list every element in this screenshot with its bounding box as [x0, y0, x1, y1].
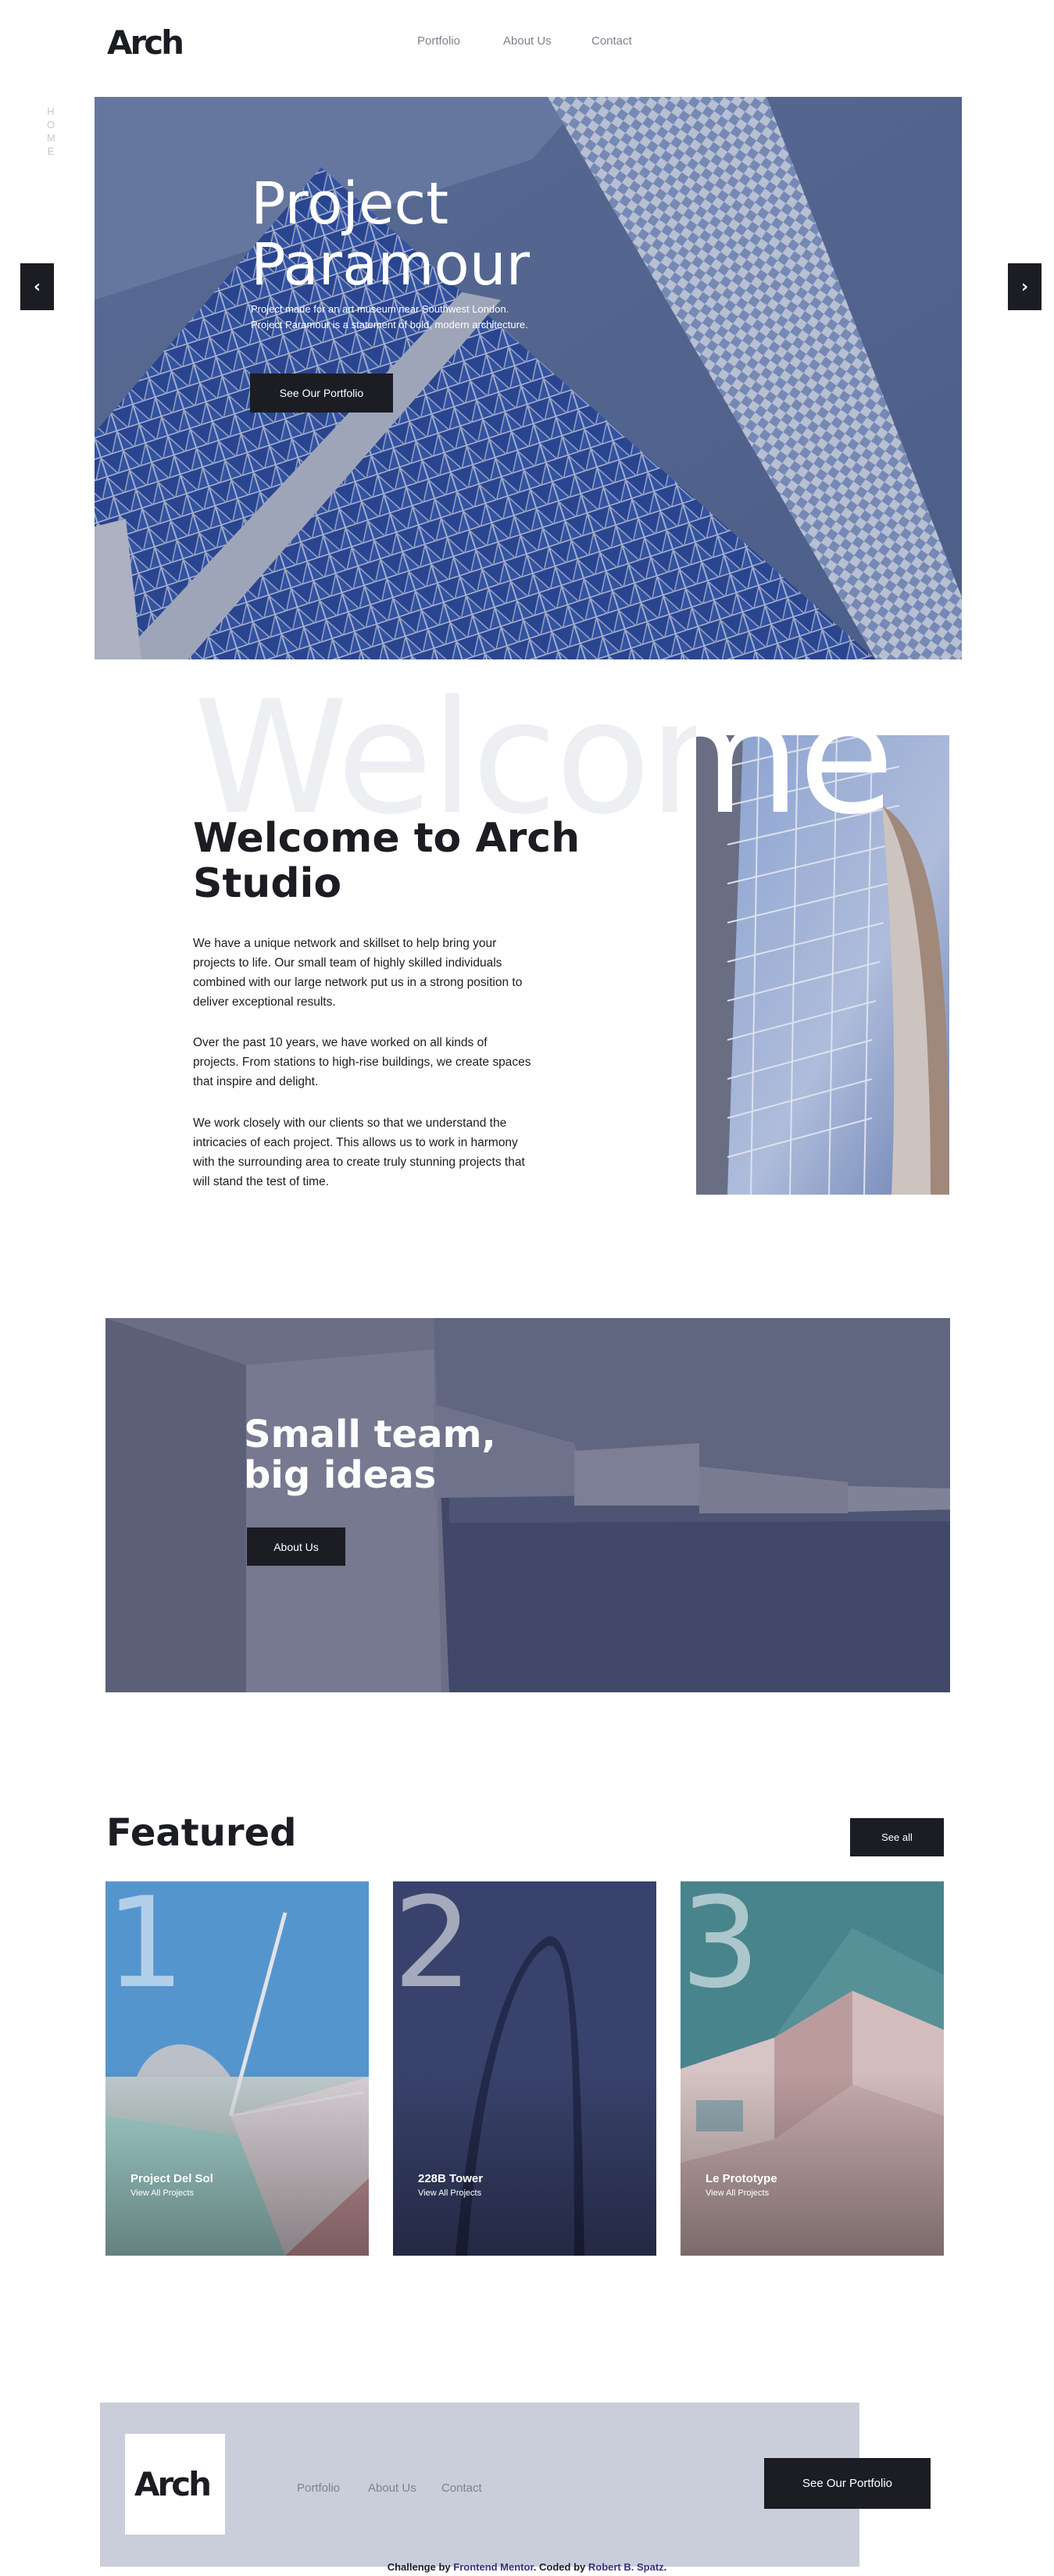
welcome-paragraph-1: We have a unique network and skillset to…: [193, 934, 576, 1012]
next-slide-button[interactable]: ›: [1008, 263, 1041, 310]
welcome-paragraph-2-line: projects. From stations to high-rise bui…: [193, 1056, 531, 1069]
see-all-button[interactable]: See all: [850, 1818, 944, 1856]
hero-title-line1: Project: [251, 170, 449, 238]
frontend-mentor-link[interactable]: Frontend Mentor: [453, 2561, 534, 2573]
small-team-image: [105, 1318, 950, 1692]
card-view-all-link[interactable]: View All Projects: [706, 2188, 769, 2198]
footer-logo-box[interactable]: Arch: [125, 2434, 225, 2535]
featured-card[interactable]: 3 Le Prototype View All Projects: [681, 1881, 944, 2256]
about-us-button[interactable]: About Us: [247, 1527, 345, 1566]
attribution-middle: . Coded by: [533, 2561, 588, 2573]
card-number: 3: [681, 1881, 760, 2016]
side-page-label: HOME: [45, 105, 56, 158]
chevron-left-icon: ‹: [33, 277, 41, 297]
welcome-paragraph-1-line: We have a unique network and skillset to…: [193, 937, 497, 950]
welcome-paragraph-1-line: deliver exceptional results.: [193, 995, 336, 1009]
featured-card[interactable]: 1 Project Del Sol View All Projects: [105, 1881, 369, 2256]
chevron-right-icon: ›: [1020, 277, 1029, 297]
footer-nav-about-us[interactable]: About Us: [368, 2481, 416, 2495]
attribution-suffix: .: [663, 2561, 667, 2573]
welcome-paragraph-3: We work closely with our clients so that…: [193, 1113, 576, 1192]
welcome-paragraph-1-line: combined with our large network put us i…: [193, 976, 523, 989]
hero-description-line1: Project made for an art museum near Sout…: [251, 303, 509, 315]
small-team-title-line2: big ideas: [244, 1453, 437, 1497]
nav-contact[interactable]: Contact: [591, 34, 632, 48]
footer: Arch Portfolio About Us Contact: [100, 2403, 859, 2567]
hero-title: Project Paramour: [251, 173, 720, 295]
welcome-paragraph-2-line: Over the past 10 years, we have worked o…: [193, 1036, 488, 1049]
welcome-paragraph-1-line: projects to life. Our small team of high…: [193, 956, 502, 970]
footer-nav-contact[interactable]: Contact: [441, 2481, 482, 2495]
welcome-paragraph-3-line: We work closely with our clients so that…: [193, 1117, 507, 1130]
card-number: 1: [105, 1881, 185, 2016]
welcome-title: Welcome to Arch Studio: [193, 816, 599, 906]
nav-about-us[interactable]: About Us: [503, 34, 552, 48]
footer-logo: Arch: [134, 2465, 212, 2503]
card-title: 228B Tower: [418, 2172, 484, 2185]
attribution: Challenge by Frontend Mentor. Coded by R…: [0, 2561, 1054, 2573]
welcome-title-line1: Welcome to Arch: [193, 815, 581, 862]
small-team-title: Small team, big ideas: [244, 1414, 556, 1495]
featured-title: Featured: [106, 1811, 297, 1855]
card-view-all-link[interactable]: View All Projects: [418, 2188, 481, 2198]
footer-see-portfolio-button[interactable]: See Our Portfolio: [764, 2458, 931, 2509]
welcome-title-line2: Studio: [193, 860, 342, 907]
welcome-paragraph-3-line: with the surrounding area to create trul…: [193, 1156, 525, 1169]
card-title: Le Prototype: [706, 2172, 777, 2185]
footer-nav-portfolio[interactable]: Portfolio: [297, 2481, 340, 2495]
card-number: 2: [393, 1881, 473, 2016]
hero-description-line2: Project Paramour is a statement of bold,…: [251, 319, 528, 330]
side-page-label-text: HOME: [47, 105, 55, 157]
hero-description: Project made for an art museum near Sout…: [251, 302, 618, 333]
featured-card[interactable]: 2 228B Tower View All Projects: [393, 1881, 656, 2256]
see-portfolio-button[interactable]: See Our Portfolio: [250, 373, 393, 413]
hero-slide: Project Paramour Project made for an art…: [95, 97, 962, 659]
author-link[interactable]: Robert B. Spatz: [588, 2561, 664, 2573]
welcome-paragraph-2-line: that inspire and delight.: [193, 1075, 319, 1088]
card-title: Project Del Sol: [130, 2172, 213, 2185]
nav-portfolio[interactable]: Portfolio: [417, 34, 460, 48]
welcome-paragraph-2: Over the past 10 years, we have worked o…: [193, 1033, 576, 1091]
welcome-image: [696, 735, 949, 1195]
small-team-title-line1: Small team,: [244, 1413, 496, 1456]
small-team-banner: Small team, big ideas About Us: [105, 1318, 950, 1692]
welcome-paragraph-3-line: will stand the test of time.: [193, 1175, 330, 1188]
attribution-prefix: Challenge by: [387, 2561, 454, 2573]
prev-slide-button[interactable]: ‹: [20, 263, 54, 310]
card-view-all-link[interactable]: View All Projects: [130, 2188, 194, 2198]
welcome-paragraph-3-line: intricacies of each project. This allows…: [193, 1136, 518, 1149]
hero-title-line2: Paramour: [251, 231, 531, 298]
logo[interactable]: Arch: [107, 23, 184, 62]
